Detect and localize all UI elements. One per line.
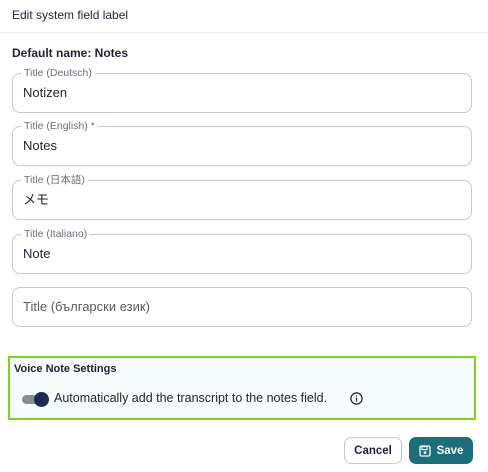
save-button-label: Save <box>436 444 464 457</box>
save-button[interactable]: Save <box>409 437 473 464</box>
title-english-field[interactable]: Title (English) * Notes <box>12 120 472 166</box>
title-english-label: Title (English) * <box>21 120 98 132</box>
save-icon <box>418 444 431 457</box>
title-english-value[interactable]: Notes <box>23 138 57 154</box>
title-japanese-value[interactable]: メモ <box>23 192 49 208</box>
voice-note-settings: Voice Note Settings Automatically add th… <box>8 356 476 420</box>
title-japanese-label: Title (日本語) <box>21 174 88 186</box>
cancel-button[interactable]: Cancel <box>344 437 402 464</box>
title-japanese-field[interactable]: Title (日本語) メモ <box>12 174 472 220</box>
auto-transcript-label: Automatically add the transcript to the … <box>54 391 328 405</box>
title-deutsch-field[interactable]: Title (Deutsch) Notizen <box>12 67 472 113</box>
dialog-title: Edit system field label <box>12 8 129 22</box>
title-bulgarian-field[interactable]: Title (български език) <box>12 287 472 327</box>
title-deutsch-value[interactable]: Notizen <box>23 85 67 101</box>
title-italiano-label: Title (Italiano) <box>21 228 91 240</box>
toggle-knob <box>34 392 49 407</box>
title-bulgarian-placeholder[interactable]: Title (български език) <box>23 299 150 315</box>
title-deutsch-label: Title (Deutsch) <box>21 67 95 79</box>
info-icon[interactable] <box>350 392 363 405</box>
title-italiano-value[interactable]: Note <box>23 246 50 262</box>
auto-transcript-toggle[interactable] <box>22 392 50 407</box>
edit-field-label-dialog: Edit system field label Default name: No… <box>0 0 488 472</box>
header-divider <box>0 32 488 33</box>
dialog-header: Edit system field label <box>0 0 488 32</box>
title-italiano-field[interactable]: Title (Italiano) Note <box>12 228 472 274</box>
default-name-label: Default name: Notes <box>12 46 129 60</box>
voice-note-settings-title: Voice Note Settings <box>14 363 117 375</box>
